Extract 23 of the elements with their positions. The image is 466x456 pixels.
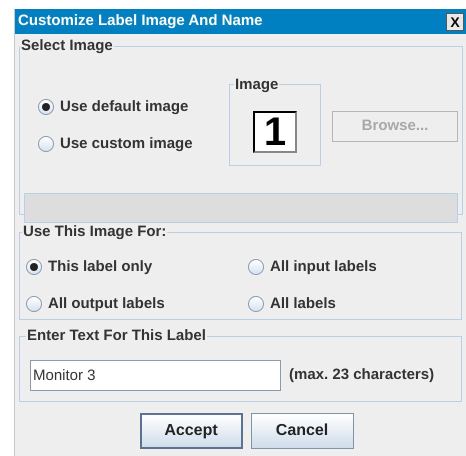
text-field[interactable]: Monitor 3: [30, 360, 281, 390]
character-limit-note: (max. 23 characters): [289, 364, 434, 385]
radio-button[interactable]: [38, 136, 54, 152]
image-preview: 1: [253, 111, 297, 154]
group-title: Use This Image For:: [22, 222, 168, 242]
radio-label: Use custom image: [60, 134, 193, 154]
radio-label: All input labels: [270, 256, 377, 276]
group-title: Enter Text For This Label: [26, 326, 207, 346]
dialog-button[interactable]: Accept: [140, 413, 242, 449]
close-button[interactable]: X: [446, 12, 464, 30]
group-title: Select Image: [20, 36, 114, 56]
radio-button[interactable]: [26, 258, 42, 275]
radio-label: All output labels: [48, 294, 165, 314]
radio-label: Use default image: [60, 97, 188, 117]
dialog-button[interactable]: Cancel: [250, 413, 354, 449]
radio-label: This label only: [48, 256, 152, 276]
radio-button[interactable]: [26, 296, 42, 312]
radio-button[interactable]: [248, 296, 264, 312]
radio-button[interactable]: [248, 258, 264, 275]
window-title: Customize Label Image And Name: [18, 11, 262, 32]
group-title: Image: [234, 74, 280, 94]
radio-button[interactable]: [38, 99, 54, 116]
radio-label: All labels: [270, 294, 336, 314]
